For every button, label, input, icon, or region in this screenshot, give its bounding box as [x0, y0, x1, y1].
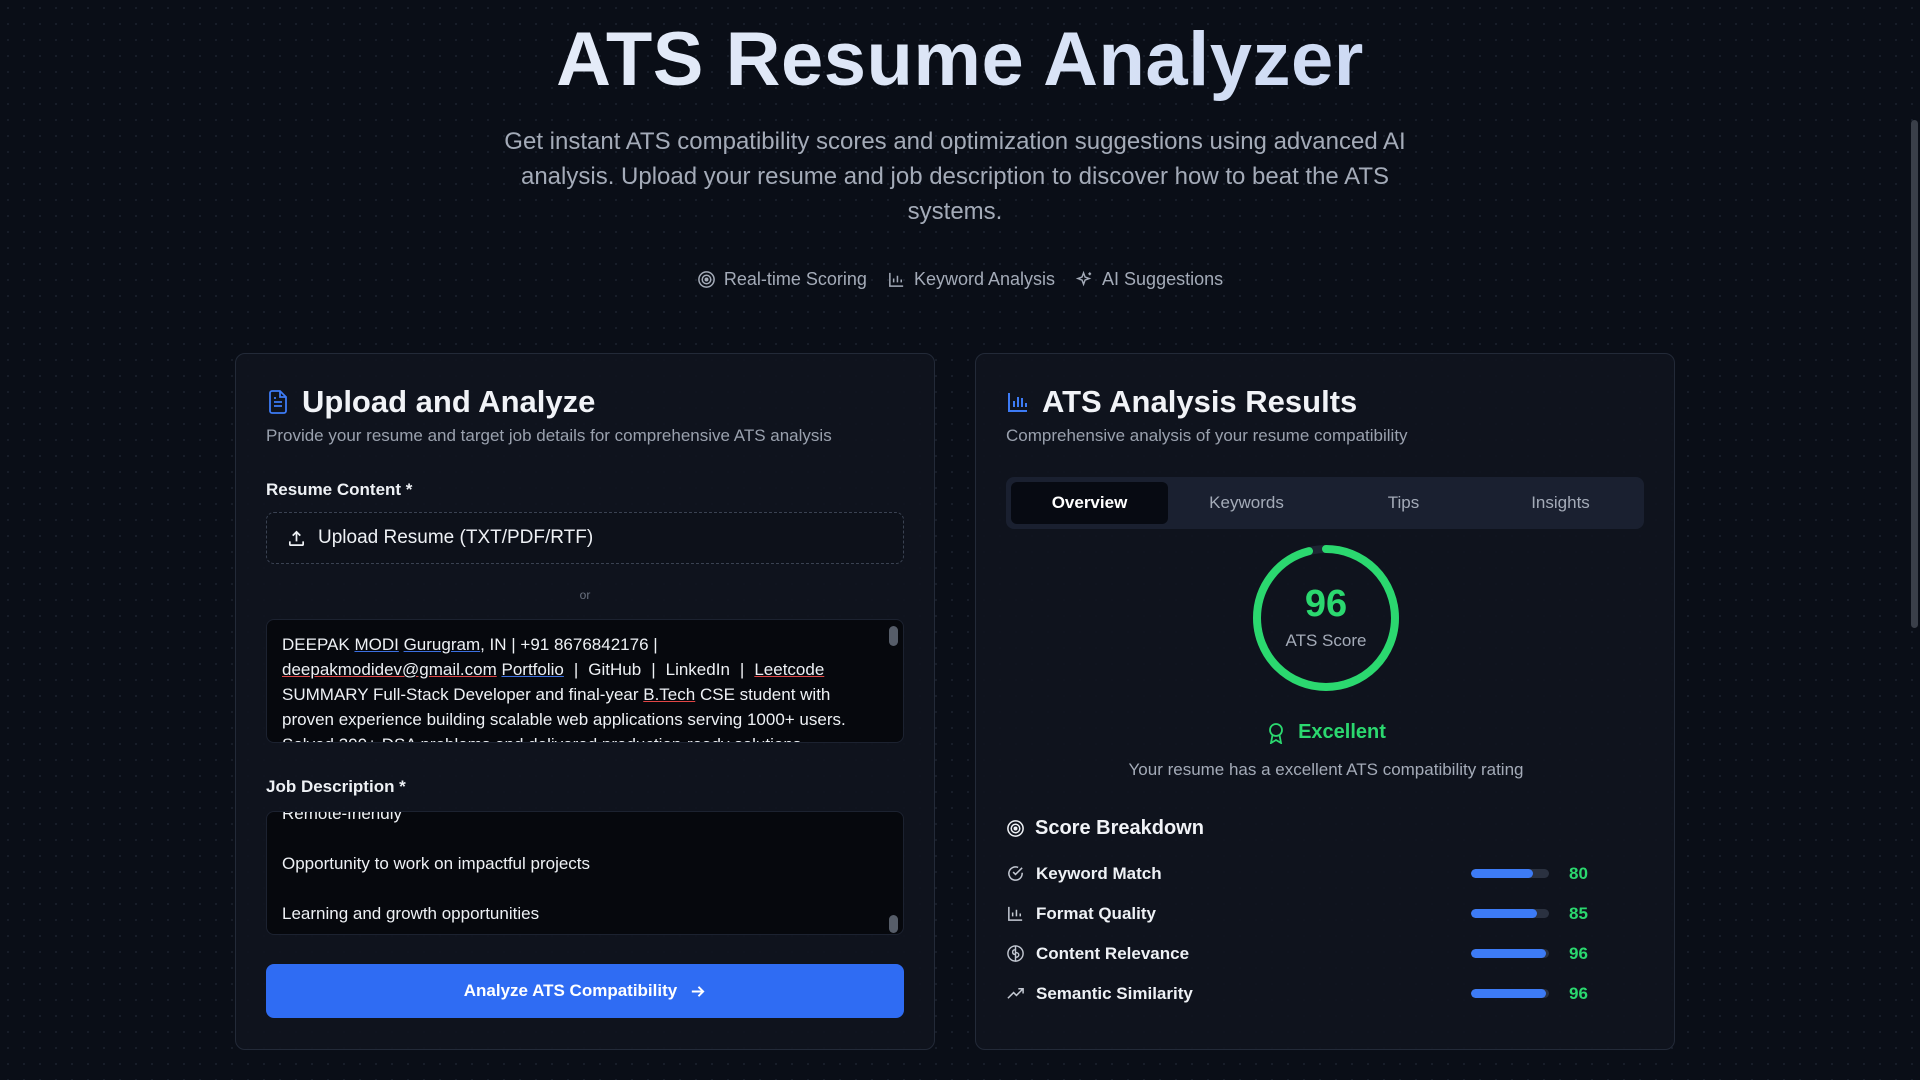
- metric-label: Semantic Similarity: [1036, 984, 1193, 1003]
- feature-label: Keyword Analysis: [913, 269, 1056, 289]
- resume-summary-head: SUMMARY Full-Stack Developer and final-y…: [282, 685, 639, 704]
- or-divider: or: [579, 588, 591, 602]
- results-card-description: Comprehensive analysis of your resume co…: [1006, 426, 1408, 445]
- feature-label: AI Suggestions: [1102, 269, 1224, 289]
- upload-card-header: Upload and Analyze: [266, 384, 595, 420]
- results-card-header: ATS Analysis Results: [1006, 384, 1357, 420]
- ats-score-value: 96: [1304, 583, 1348, 625]
- metric-bar-fill: [1471, 949, 1546, 958]
- results-card-title: ATS Analysis Results: [1042, 384, 1358, 419]
- feature-label: Real-time Scoring: [723, 269, 867, 289]
- resume-linkedin: LinkedIn: [665, 660, 730, 679]
- resume-line: deepakmodidev@gmail.com Portfolio | GitHub…: [282, 660, 825, 679]
- page-title: ATS Resume Analyzer: [0, 16, 1920, 103]
- metric-bar-fill: [1471, 989, 1546, 998]
- results-card: ATS Analysis Results Comprehensive analy…: [975, 353, 1675, 1050]
- feature-list: Real-time Scoring Keyword Analysis AI Su…: [0, 269, 1920, 290]
- upload-resume-button[interactable]: Upload Resume (TXT/PDF/RTF): [266, 512, 904, 564]
- rating-badge: Excellent: [976, 721, 1676, 744]
- job-description-label: Job Description *: [266, 777, 406, 796]
- resume-name: DEEPAK: [282, 635, 350, 654]
- upload-icon: [288, 530, 305, 546]
- upload-card-description: Provide your resume and target job detai…: [266, 426, 832, 445]
- score-breakdown-header: Score Breakdown: [1006, 817, 1204, 840]
- resume-portfolio: Portfolio: [501, 660, 564, 679]
- page-scrollbar[interactable]: [1911, 120, 1918, 628]
- tab-tips[interactable]: Tips: [1325, 482, 1482, 524]
- metric-bar: [1471, 989, 1549, 998]
- target-icon: [1007, 820, 1024, 837]
- metric-format-quality: Format Quality 85: [1006, 901, 1606, 927]
- metric-bar: [1471, 949, 1549, 958]
- metric-bar-fill: [1471, 909, 1538, 918]
- job-line: Remote-friendly: [282, 811, 402, 823]
- resume-surname: MODI: [354, 635, 399, 654]
- resume-summary-tail: CSE student with: [699, 685, 831, 704]
- metric-label: Content Relevance: [1036, 944, 1190, 963]
- resume-leetcode: Leetcode: [754, 660, 825, 679]
- score-breakdown-title: Score Breakdown: [1035, 817, 1204, 839]
- tab-overview[interactable]: Overview: [1011, 482, 1168, 524]
- metric-value: 85: [1569, 904, 1588, 923]
- resume-scrollbar[interactable]: [889, 626, 898, 646]
- rating-description: Your resume has a excellent ATS compatib…: [1128, 760, 1524, 779]
- trending-up-icon: [1007, 987, 1024, 999]
- upload-button-label: Upload Resume (TXT/PDF/RTF): [318, 527, 594, 548]
- metric-value: 80: [1569, 864, 1588, 883]
- metric-semantic-similarity: Semantic Similarity 96: [1006, 981, 1606, 1007]
- feature-ai-suggestions: AI Suggestions: [1075, 269, 1223, 290]
- job-scrollbar[interactable]: [889, 915, 898, 933]
- file-text-icon: [269, 390, 287, 414]
- resume-location-rest: , IN | +91 8676842176 |: [480, 635, 658, 654]
- feature-keyword-analysis: Keyword Analysis: [887, 269, 1055, 290]
- resume-email: deepakmodidev@gmail.com: [282, 660, 497, 679]
- metric-bar-fill: [1471, 869, 1534, 878]
- arrow-right-icon: [692, 985, 705, 997]
- metric-bar: [1471, 909, 1549, 918]
- analyze-button-label: Analyze ATS Compatibility: [463, 981, 678, 1000]
- metric-keyword-match: Keyword Match 80: [1006, 861, 1606, 887]
- metric-label: Keyword Match: [1036, 864, 1162, 883]
- tab-insights[interactable]: Insights: [1482, 482, 1639, 524]
- brain-icon: [1007, 945, 1024, 962]
- feature-realtime-scoring: Real-time Scoring: [697, 269, 867, 290]
- upload-card: Upload and Analyze Provide your resume a…: [235, 353, 935, 1050]
- sparkles-icon: [1075, 270, 1092, 287]
- metric-value: 96: [1569, 944, 1588, 963]
- award-icon: [1269, 722, 1283, 744]
- resume-github: GitHub: [588, 660, 642, 679]
- bar-chart-icon: [1008, 906, 1023, 921]
- target-icon: [698, 271, 715, 288]
- resume-line: Solved 300+ DSA problems and delivered p…: [282, 732, 863, 742]
- resume-location: Gurugram: [403, 635, 481, 654]
- resume-content-label: Resume Content *: [266, 480, 413, 499]
- check-circle-icon: [1008, 866, 1023, 881]
- metric-content-relevance: Content Relevance 96: [1006, 941, 1606, 967]
- resume-textarea[interactable]: DEEPAK MODI Gurugram, IN | +91 867684217…: [266, 619, 904, 743]
- resume-btech: B.Tech: [643, 685, 696, 704]
- metric-label: Format Quality: [1036, 904, 1156, 923]
- upload-card-title: Upload and Analyze: [302, 384, 596, 419]
- page-subtitle: Get instant ATS compatibility scores and…: [504, 128, 1406, 225]
- job-description-textarea[interactable]: Remote-friendly Opportunity to work on i…: [266, 811, 904, 935]
- tab-keywords[interactable]: Keywords: [1168, 482, 1325, 524]
- bar-chart-icon: [1008, 393, 1027, 412]
- ats-score-gauge: 96 ATS Score: [1251, 543, 1401, 693]
- rating-label: Excellent: [1298, 721, 1386, 743]
- job-line: Learning and growth opportunities: [282, 904, 540, 923]
- metric-value: 96: [1569, 984, 1588, 1003]
- ats-score-label: ATS Score: [1285, 631, 1367, 650]
- resume-line: SUMMARY Full-Stack Developer and final-y…: [282, 682, 863, 707]
- bar-chart-icon: [889, 272, 904, 287]
- job-line: Opportunity to work on impactful project…: [282, 854, 591, 873]
- analyze-ats-button[interactable]: Analyze ATS Compatibility: [266, 964, 904, 1018]
- metric-bar: [1471, 869, 1549, 878]
- results-tabs: Overview Keywords Tips Insights: [1006, 477, 1644, 529]
- resume-line: DEEPAK MODI Gurugram, IN | +91 867684217…: [282, 632, 863, 657]
- resume-line: proven experience building scalable web …: [282, 710, 846, 729]
